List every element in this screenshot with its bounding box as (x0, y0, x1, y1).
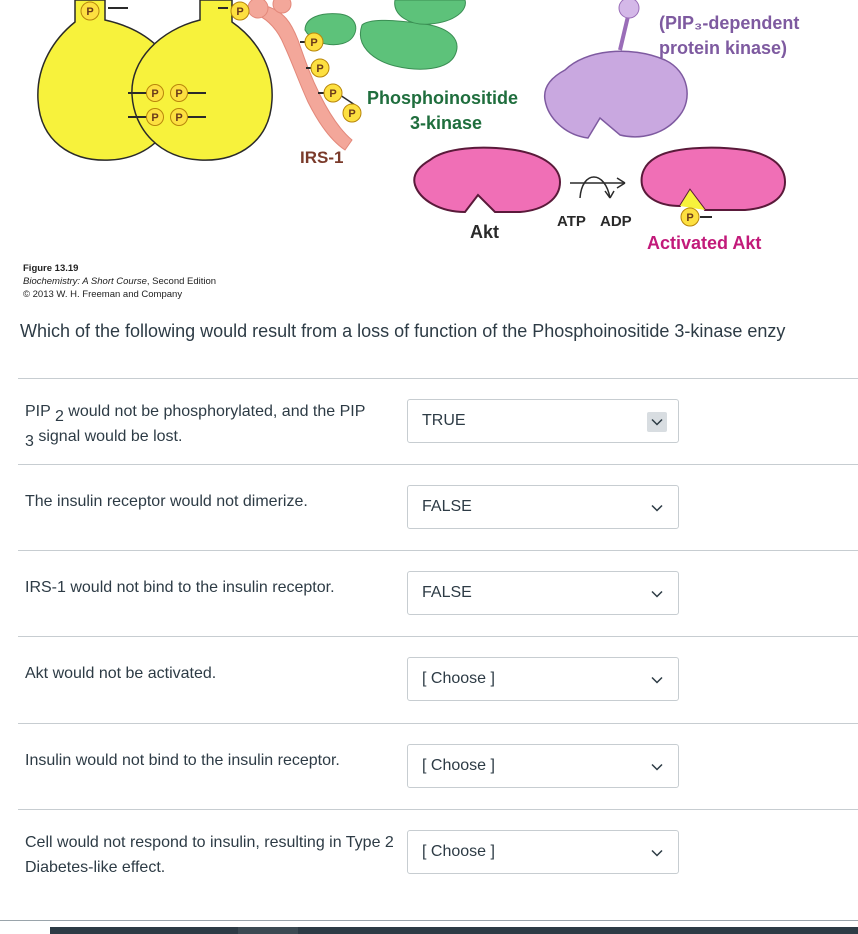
answer-select[interactable]: TRUE (407, 399, 679, 443)
chevron-down-icon (647, 757, 667, 777)
chevron-down-icon (647, 584, 667, 604)
question-text: Which of the following would result from… (20, 321, 786, 341)
insulin-receptor (37, 0, 273, 161)
chevron-down-icon (647, 498, 667, 518)
scrollbar-thumb[interactable] (238, 927, 298, 934)
phosphate-label: P (310, 37, 317, 49)
pi3k-label: Phosphoinositide (367, 88, 518, 108)
answer-row: PIP 2 would not be phosphorylated, and t… (18, 378, 858, 465)
copyright: © 2013 W. H. Freeman and Company (23, 289, 183, 300)
divider (0, 920, 858, 921)
akt-protein (413, 146, 562, 214)
chevron-down-icon (647, 670, 667, 690)
select-value: [ Choose ] (422, 843, 495, 860)
phosphate-label: P (175, 112, 182, 124)
pdk-label-2: protein kinase) (659, 38, 787, 58)
answer-row: Akt would not be activated. [ Choose ] (18, 636, 858, 724)
answer-select[interactable]: [ Choose ] (407, 830, 679, 874)
row-statement: PIP 2 would not be phosphorylated, and t… (25, 403, 366, 450)
answer-select[interactable]: FALSE (407, 571, 679, 615)
row-statement: IRS-1 would not bind to the insulin rece… (25, 579, 335, 596)
chevron-down-icon (647, 412, 667, 432)
row-statement: The insulin receptor would not dimerize. (25, 493, 308, 510)
irs1-label: IRS-1 (300, 148, 343, 167)
answer-row: The insulin receptor would not dimerize.… (18, 464, 858, 551)
row-statement: Akt would not be activated. (25, 665, 217, 682)
select-value: FALSE (422, 498, 472, 515)
bottom-scrollbar[interactable] (0, 920, 858, 934)
phosphate-label: P (348, 108, 355, 120)
select-value: TRUE (422, 412, 466, 429)
select-value: [ Choose ] (422, 757, 495, 774)
answer-select[interactable]: FALSE (407, 485, 679, 529)
figure-number: Figure 13.19 (23, 263, 79, 274)
phosphate-label: P (151, 88, 158, 100)
pdk-label: (PIP₃-dependent (659, 13, 799, 33)
atp-adp-arrow (570, 176, 626, 199)
figure-caption: Figure 13.19 Biochemistry: A Short Cours… (23, 262, 216, 301)
pi3k-label-2: 3-kinase (410, 113, 482, 133)
adp-label: ADP (600, 213, 632, 230)
answer-select[interactable]: [ Choose ] (407, 744, 679, 788)
chevron-down-icon (647, 843, 667, 863)
answer-row: Cell would not respond to insulin, resul… (18, 809, 858, 898)
answer-row: IRS-1 would not bind to the insulin rece… (18, 550, 858, 637)
pathway-figure: P P P P P P P P P P P IRS-1 Phosphoinosi… (37, 0, 799, 253)
phosphate-label: P (236, 6, 243, 18)
scrollbar-track[interactable] (50, 927, 858, 934)
phosphate-label: P (151, 112, 158, 124)
activated-akt-label: Activated Akt (647, 233, 761, 253)
phosphate-label: P (316, 63, 323, 75)
activated-akt-protein (640, 146, 787, 218)
select-value: FALSE (422, 584, 472, 601)
atp-label: ATP (557, 213, 586, 230)
phosphate-label: P (329, 88, 336, 100)
answer-row: Insulin would not bind to the insulin re… (18, 723, 858, 810)
answer-select[interactable]: [ Choose ] (407, 657, 679, 701)
phosphate-label: P (86, 6, 93, 18)
phosphate-label: P (686, 212, 693, 224)
phosphate-label: P (175, 88, 182, 100)
book-title: Biochemistry: A Short Course (23, 276, 147, 287)
row-statement: Insulin would not bind to the insulin re… (25, 752, 340, 769)
akt-label: Akt (470, 222, 499, 242)
select-value: [ Choose ] (422, 670, 495, 687)
row-statement: Cell would not respond to insulin, resul… (25, 834, 394, 876)
book-edition: , Second Edition (146, 276, 217, 287)
